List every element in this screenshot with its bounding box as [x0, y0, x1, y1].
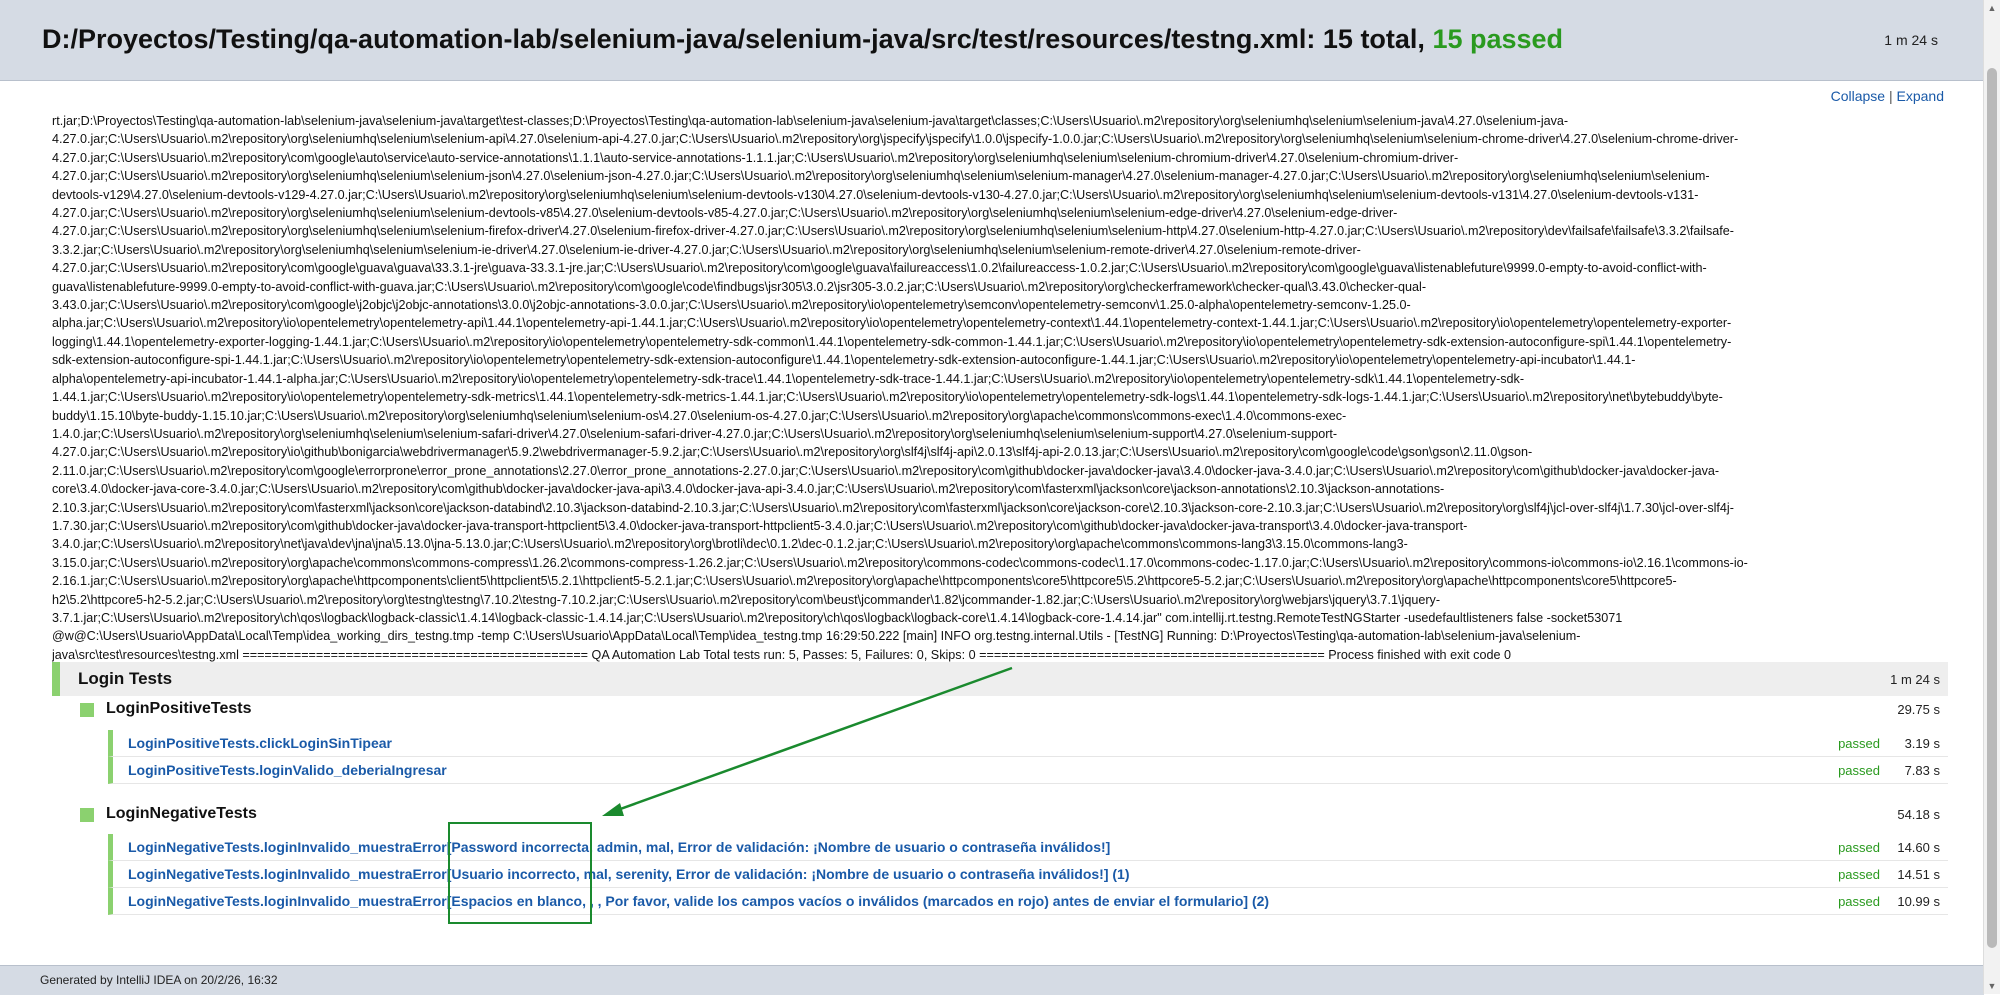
- console-output: rt.jar;D:\Proyectos\Testing\qa-automatio…: [52, 112, 1948, 664]
- console-line: core\3.4.0\docker-java-core-3.4.0.jar;C:…: [52, 482, 1445, 497]
- console-line: sdk-extension-autoconfigure-spi-1.44.1.j…: [52, 353, 1636, 368]
- console-line: 4.27.0.jar;C:\Users\Usuario\.m2\reposito…: [52, 150, 1459, 165]
- passed-square-icon: [80, 808, 94, 822]
- test-class-name: LoginPositiveTests: [106, 700, 252, 717]
- test-name[interactable]: LoginPositiveTests.loginValido_deberiaIn…: [128, 762, 447, 778]
- console-line: 2.10.3.jar;C:\Users\Usuario\.m2\reposito…: [52, 500, 1734, 515]
- test-status: passed: [1838, 840, 1880, 855]
- console-line: devtools-v129\4.27.0\selenium-devtools-v…: [52, 187, 1699, 202]
- console-line: 1.7.30.jar;C:\Users\Usuario\.m2\reposito…: [52, 518, 1468, 533]
- test-class-duration: 54.18 s: [1897, 807, 1940, 822]
- test-duration: 3.19 s: [1904, 736, 1940, 751]
- test-class-row[interactable]: LoginPositiveTests 29.75 s: [80, 698, 1948, 724]
- test-name[interactable]: LoginNegativeTests.loginInvalido_muestra…: [128, 839, 1110, 855]
- passed-square-icon: [80, 703, 94, 717]
- test-name[interactable]: LoginNegativeTests.loginInvalido_muestra…: [128, 893, 1269, 909]
- console-line: rt.jar;D:\Proyectos\Testing\qa-automatio…: [52, 114, 1569, 128]
- expand-link[interactable]: Expand: [1897, 88, 1944, 104]
- scroll-thumb[interactable]: [1987, 68, 1997, 948]
- console-line: 4.27.0.jar;C:\Users\Usuario\.m2\reposito…: [52, 206, 1398, 221]
- test-row[interactable]: LoginPositiveTests.loginValido_deberiaIn…: [108, 757, 1948, 784]
- console-line: 2.11.0.jar;C:\Users\Usuario\.m2\reposito…: [52, 463, 1720, 478]
- suite-name: Login Tests: [78, 669, 173, 688]
- test-duration: 10.99 s: [1897, 894, 1940, 909]
- console-line: 3.3.2.jar;C:\Users\Usuario\.m2\repositor…: [52, 242, 1361, 257]
- console-line: buddy\1.15.10\byte-buddy-1.15.10.jar;C:\…: [52, 408, 1347, 423]
- console-line: logging\1.44.1\opentelemetry-exporter-lo…: [52, 334, 1732, 349]
- test-status: passed: [1838, 736, 1880, 751]
- generated-by-text: Generated by IntelliJ IDEA on 20/2/26, 1…: [40, 973, 278, 987]
- suite-duration: 1 m 24 s: [1890, 672, 1940, 687]
- vertical-scrollbar[interactable]: ▲ ▼: [1983, 0, 2000, 994]
- test-row[interactable]: LoginPositiveTests.clickLoginSinTipear p…: [108, 730, 1948, 757]
- test-status: passed: [1838, 894, 1880, 909]
- console-line: 3.4.0.jar;C:\Users\Usuario\.m2\repositor…: [52, 537, 1408, 552]
- test-class-row[interactable]: LoginNegativeTests 54.18 s: [80, 803, 1948, 829]
- console-line: 4.27.0.jar;C:\Users\Usuario\.m2\reposito…: [52, 224, 1734, 239]
- scroll-up-arrow-icon[interactable]: ▲: [1987, 3, 1997, 13]
- test-name[interactable]: LoginNegativeTests.loginInvalido_muestra…: [128, 866, 1130, 882]
- console-line: 4.27.0.jar;C:\Users\Usuario\.m2\reposito…: [52, 132, 1739, 147]
- test-row[interactable]: LoginNegativeTests.loginInvalido_muestra…: [108, 861, 1948, 888]
- console-line: 1.4.0.jar;C:\Users\Usuario\.m2\repositor…: [52, 426, 1338, 441]
- test-name[interactable]: LoginPositiveTests.clickLoginSinTipear: [128, 735, 392, 751]
- console-line: alpha.jar;C:\Users\Usuario\.m2\repositor…: [52, 316, 1732, 331]
- suite-row[interactable]: Login Tests 1 m 24 s: [52, 662, 1948, 696]
- report-title: D:/Proyectos/Testing/qa-automation-lab/s…: [42, 24, 1563, 55]
- test-row[interactable]: LoginNegativeTests.loginInvalido_muestra…: [108, 834, 1948, 861]
- scroll-down-arrow-icon[interactable]: ▼: [1987, 981, 1997, 991]
- console-line: 3.15.0.jar;C:\Users\Usuario\.m2\reposito…: [52, 555, 1748, 570]
- console-line: guava\listenablefuture-9999.0-empty-to-a…: [52, 279, 1427, 294]
- collapse-expand-links: Collapse | Expand: [1831, 88, 1944, 104]
- report-path: D:/Proyectos/Testing/qa-automation-lab/s…: [42, 24, 1316, 54]
- console-line: 3.43.0.jar;C:\Users\Usuario\.m2\reposito…: [52, 298, 1411, 313]
- console-line: 2.16.1.jar;C:\Users\Usuario\.m2\reposito…: [52, 574, 1677, 589]
- test-duration: 14.60 s: [1897, 840, 1940, 855]
- total-count: 15 total,: [1322, 24, 1425, 54]
- test-class-duration: 29.75 s: [1897, 702, 1940, 717]
- console-line: 3.7.1.jar;C:\Users\Usuario\.m2\repositor…: [52, 610, 1623, 625]
- passed-count: 15 passed: [1432, 24, 1564, 54]
- console-line: @w@C:\Users\Usuario\AppData\Local\Temp\i…: [52, 629, 1581, 644]
- console-line: 4.27.0.jar;C:\Users\Usuario\.m2\reposito…: [52, 261, 1707, 276]
- console-line: 1.44.1.jar;C:\Users\Usuario\.m2\reposito…: [52, 390, 1723, 405]
- test-duration: 7.83 s: [1904, 763, 1940, 778]
- test-row[interactable]: LoginNegativeTests.loginInvalido_muestra…: [108, 888, 1948, 915]
- console-line: h2\5.2\httpcore5-h2-5.2.jar;C:\Users\Usu…: [52, 592, 1441, 607]
- console-line: 4.27.0.jar;C:\Users\Usuario\.m2\reposito…: [52, 169, 1710, 184]
- test-status: passed: [1838, 763, 1880, 778]
- collapse-link[interactable]: Collapse: [1831, 88, 1885, 104]
- console-line: 4.27.0.jar;C:\Users\Usuario\.m2\reposito…: [52, 445, 1533, 460]
- link-separator: |: [1888, 88, 1893, 104]
- report-footer: Generated by IntelliJ IDEA on 20/2/26, 1…: [0, 965, 1984, 995]
- test-duration: 14.51 s: [1897, 867, 1940, 882]
- report-header: D:/Proyectos/Testing/qa-automation-lab/s…: [0, 0, 1984, 81]
- total-duration: 1 m 24 s: [1884, 32, 1938, 48]
- test-status: passed: [1838, 867, 1880, 882]
- test-class-name: LoginNegativeTests: [106, 805, 257, 822]
- console-line: alpha\opentelemetry-api-incubator-1.44.1…: [52, 371, 1525, 386]
